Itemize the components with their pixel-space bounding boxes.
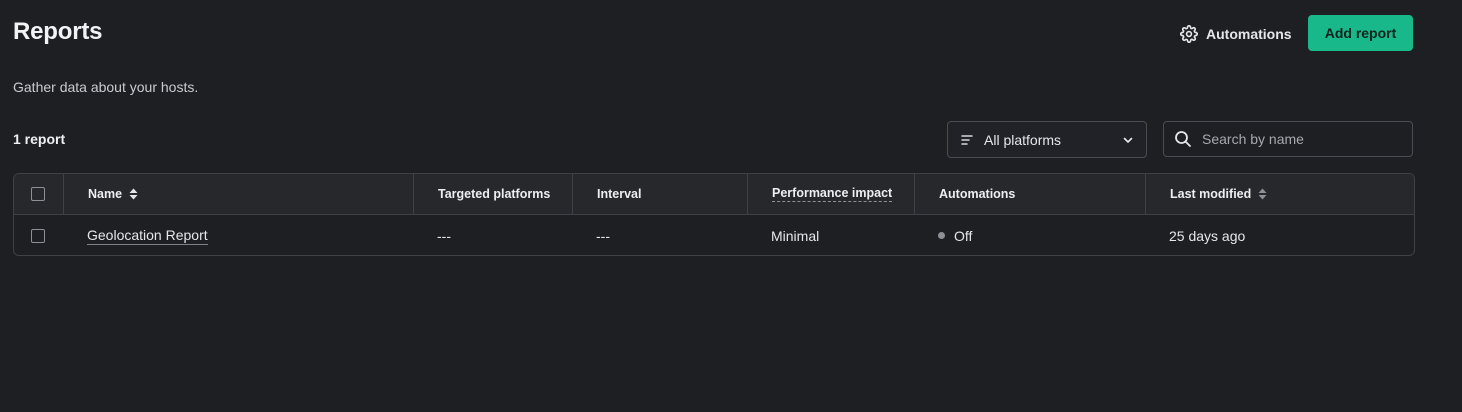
last-modified-value: 25 days ago — [1169, 227, 1246, 244]
search-icon — [1174, 130, 1202, 148]
cell-name: Geolocation Report — [87, 215, 208, 255]
select-all-cell — [31, 174, 45, 214]
performance-impact-value: Minimal — [771, 227, 820, 244]
add-report-button[interactable]: Add report — [1308, 15, 1413, 51]
automations-label: Automations — [1206, 26, 1292, 42]
column-header-label: Performance impact — [772, 186, 893, 202]
search-field[interactable] — [1163, 121, 1413, 157]
reports-table: Name Targeted platforms Interval Perform… — [13, 173, 1415, 256]
automations-status-value: Off — [954, 227, 973, 244]
column-header-label: Automations — [939, 187, 1016, 201]
table-row[interactable]: Geolocation Report --- --- Minimal Off 2… — [14, 215, 1414, 255]
gear-icon — [1180, 25, 1198, 43]
cell-automations: Off — [938, 215, 973, 255]
cell-performance-impact: Minimal — [771, 215, 820, 255]
column-header-automations: Automations — [914, 174, 1145, 214]
sort-icon — [1251, 188, 1267, 200]
chevron-down-icon — [1122, 134, 1134, 146]
reports-page: Reports Automations Add report Gather da… — [0, 0, 1462, 412]
column-header-interval: Interval — [572, 174, 747, 214]
column-header-label: Interval — [597, 187, 642, 201]
report-name-link[interactable]: Geolocation Report — [87, 227, 208, 245]
column-header-label: Last modified — [1170, 187, 1252, 201]
column-header-performance-impact[interactable]: Performance impact — [747, 174, 914, 214]
cell-targeted-platforms: --- — [437, 215, 451, 255]
column-header-label: Targeted platforms — [438, 187, 551, 201]
column-header-last-modified[interactable]: Last modified — [1145, 174, 1414, 214]
report-count: 1 report — [13, 131, 66, 147]
targeted-platforms-value: --- — [437, 227, 451, 244]
status-dot-icon — [938, 232, 945, 239]
search-input[interactable] — [1202, 131, 1402, 147]
page-subtitle: Gather data about your hosts. — [13, 79, 199, 95]
sort-icon — [122, 188, 138, 200]
filter-lines-icon — [960, 133, 984, 147]
interval-value: --- — [596, 227, 610, 244]
page-title: Reports — [13, 18, 103, 45]
column-header-targeted-platforms: Targeted platforms — [413, 174, 572, 214]
select-all-checkbox[interactable] — [31, 187, 45, 201]
platform-filter-value: All platforms — [984, 131, 1062, 148]
platform-filter-dropdown[interactable]: All platforms — [947, 121, 1147, 158]
table-header-row: Name Targeted platforms Interval Perform… — [14, 174, 1414, 215]
column-header-label: Name — [88, 187, 123, 201]
cell-interval: --- — [596, 215, 610, 255]
row-checkbox[interactable] — [31, 228, 45, 243]
automations-button[interactable]: Automations — [1180, 22, 1292, 46]
row-select-cell — [31, 215, 45, 255]
column-header-name[interactable]: Name — [63, 174, 413, 214]
cell-last-modified: 25 days ago — [1169, 215, 1246, 255]
